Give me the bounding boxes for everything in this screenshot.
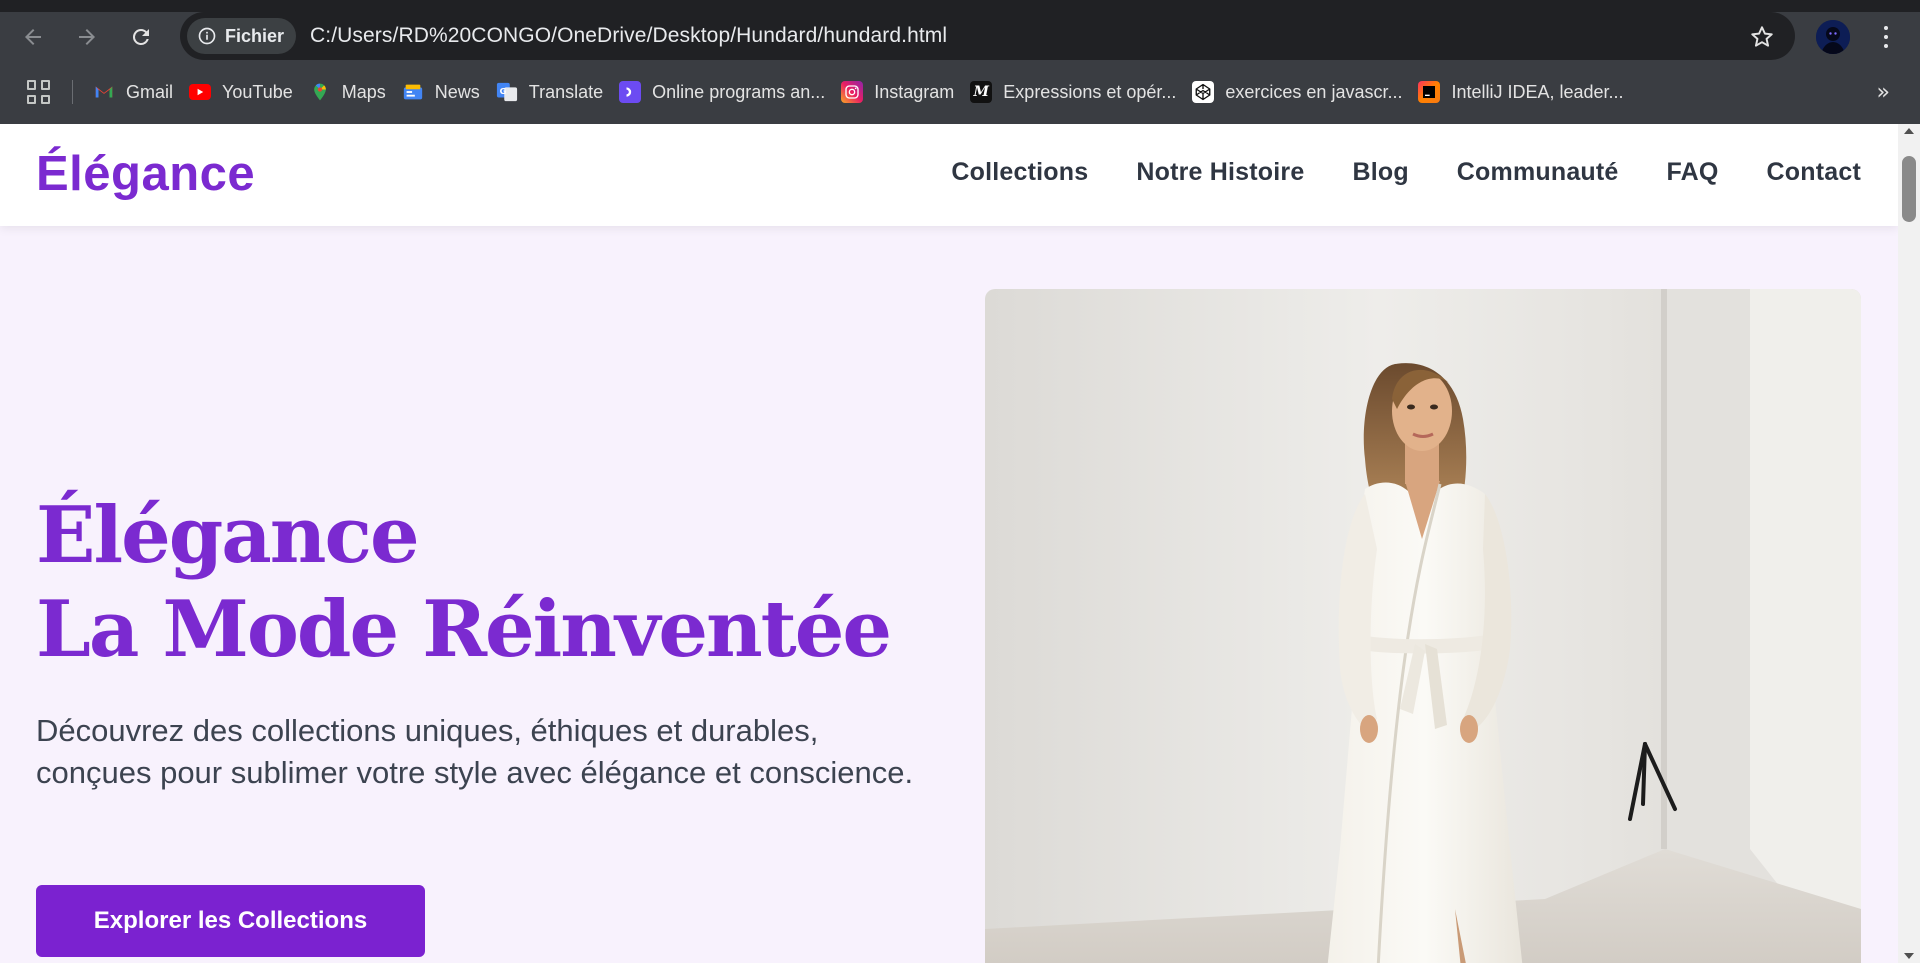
tab-strip <box>0 0 1920 12</box>
nav-link-blog[interactable]: Blog <box>1352 158 1408 187</box>
site-header: Élégance Collections Notre Histoire Blog… <box>0 124 1898 226</box>
intellij-icon <box>1418 81 1441 103</box>
forward-button[interactable] <box>66 16 108 58</box>
avatar-icon <box>1816 20 1850 54</box>
nav-link-notre-histoire[interactable]: Notre Histoire <box>1136 158 1304 187</box>
bookmark-label: Maps <box>341 81 386 102</box>
hero-title: Élégance La Mode Réinventée <box>36 489 892 677</box>
page-viewport: Élégance Collections Notre Histoire Blog… <box>0 124 1898 963</box>
back-button[interactable] <box>12 16 54 58</box>
bookmark-label: Instagram <box>874 81 955 102</box>
hero-title-line2: La Mode Réinventée <box>36 584 892 675</box>
browser-menu-button[interactable] <box>1876 24 1896 50</box>
online-programs-icon <box>619 81 642 103</box>
profile-avatar[interactable] <box>1816 20 1850 54</box>
expressions-icon: M <box>970 81 993 103</box>
browser-chrome: Fichier C:/Users/RD%20CONGO/OneDrive/Des… <box>0 0 1920 124</box>
bookmark-label: exercices en javascr... <box>1225 81 1403 102</box>
url-text[interactable]: C:/Users/RD%20CONGO/OneDrive/Desktop/Hun… <box>310 24 947 48</box>
browser-toolbar: Fichier C:/Users/RD%20CONGO/OneDrive/Des… <box>0 12 1920 62</box>
scroll-up-arrow-icon[interactable] <box>1904 128 1914 134</box>
site-info-label: Fichier <box>225 25 285 46</box>
more-bookmarks-button[interactable]: » <box>1877 80 1890 105</box>
scroll-down-arrow-icon[interactable] <box>1904 953 1914 959</box>
bookmarks-separator <box>72 80 73 104</box>
bookmark-label: News <box>434 81 480 102</box>
info-icon <box>198 27 216 45</box>
hero-image <box>985 289 1861 963</box>
site-logo[interactable]: Élégance <box>36 146 255 202</box>
explore-collections-button[interactable]: Explorer les Collections <box>36 885 425 957</box>
bookmarks-bar: Gmail YouTube Maps News G Translate Onli… <box>0 72 1920 112</box>
model-photo <box>985 289 1861 963</box>
nav-link-contact[interactable]: Contact <box>1767 158 1861 187</box>
reload-icon <box>132 28 149 45</box>
bookmark-label: Gmail <box>126 81 174 102</box>
translate-icon: G <box>496 81 518 103</box>
site-info-chip[interactable]: Fichier <box>187 18 297 54</box>
reload-button[interactable] <box>120 16 162 58</box>
bookmark-translate[interactable]: G Translate <box>488 74 611 110</box>
hero-description: Découvrez des collections uniques, éthiq… <box>36 713 914 790</box>
news-icon <box>402 81 424 103</box>
bookmark-maps[interactable]: Maps <box>301 74 394 110</box>
scroll-thumb[interactable] <box>1902 156 1916 222</box>
bookmark-youtube[interactable]: YouTube <box>181 74 301 110</box>
bookmark-codepen[interactable]: exercices en javascr... <box>1184 74 1410 110</box>
bookmark-label: Expressions et opér... <box>1003 81 1177 102</box>
hero-title-line1: Élégance <box>36 490 420 581</box>
bookmark-news[interactable]: News <box>394 74 488 110</box>
maps-icon <box>309 81 331 103</box>
main-nav: Collections Notre Histoire Blog Communau… <box>951 158 1861 187</box>
bookmark-instagram[interactable]: Instagram <box>833 74 962 110</box>
bookmark-expressions[interactable]: M Expressions et opér... <box>962 74 1184 110</box>
page-scrollbar[interactable] <box>1898 124 1920 963</box>
bookmark-gmail[interactable]: Gmail <box>85 74 181 110</box>
arrow-right-icon <box>79 29 95 45</box>
apps-grid-icon[interactable] <box>27 80 51 104</box>
youtube-icon <box>189 84 212 100</box>
address-bar[interactable]: Fichier C:/Users/RD%20CONGO/OneDrive/Des… <box>180 12 1795 60</box>
arrow-left-icon <box>25 29 41 45</box>
bookmark-label: Translate <box>528 81 604 102</box>
bookmark-star-icon[interactable] <box>1749 24 1775 50</box>
gmail-icon <box>93 81 115 103</box>
nav-link-faq[interactable]: FAQ <box>1667 158 1719 187</box>
bookmark-intellij[interactable]: IntelliJ IDEA, leader... <box>1410 74 1631 110</box>
bookmark-online-programs[interactable]: Online programs an... <box>611 74 833 110</box>
nav-link-communaute[interactable]: Communauté <box>1457 158 1619 187</box>
instagram-icon <box>841 81 864 103</box>
codepen-icon <box>1192 81 1215 103</box>
bookmark-label: IntelliJ IDEA, leader... <box>1451 81 1624 102</box>
bookmark-label: Online programs an... <box>652 81 826 102</box>
svg-text:G: G <box>499 86 506 96</box>
nav-link-collections[interactable]: Collections <box>951 158 1088 187</box>
bookmark-label: YouTube <box>222 81 293 102</box>
